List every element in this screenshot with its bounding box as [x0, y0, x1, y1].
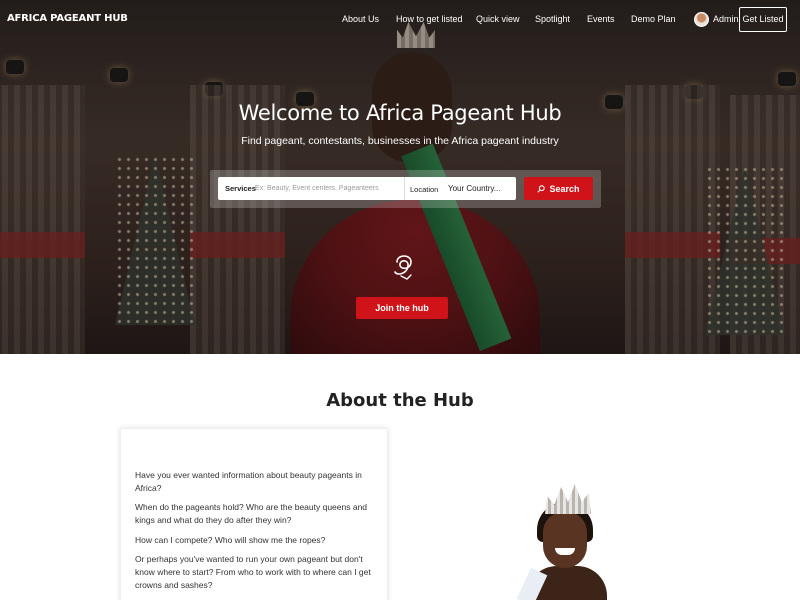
- crown-icon: [545, 484, 591, 514]
- nav-link-about-us[interactable]: About Us: [342, 14, 379, 24]
- about-paragraph: How can I compete? Who will show me the …: [135, 535, 326, 545]
- services-input[interactable]: [255, 180, 400, 197]
- about-paragraph: When do the pageants hold? Who are the b…: [135, 502, 368, 525]
- search-divider: [404, 177, 405, 200]
- search-button-label: Search: [549, 183, 580, 194]
- location-label: Location: [410, 185, 439, 194]
- about-paragraph: Or perhaps you've wanted to run your own…: [135, 554, 371, 590]
- nav-link-how-to-get-listed[interactable]: How to get listed: [396, 14, 463, 24]
- nav-link-quick-view[interactable]: Quick view: [476, 14, 520, 24]
- avatar: [694, 11, 709, 27]
- search-icon: [537, 184, 546, 193]
- search-button[interactable]: Search: [524, 177, 593, 200]
- location-input[interactable]: [448, 180, 512, 197]
- get-listed-button[interactable]: Get Listed: [739, 7, 787, 32]
- search-form: Services Location: [218, 177, 516, 200]
- beauty-queen-image: [505, 478, 625, 600]
- queen-face: [543, 512, 587, 568]
- brand-logo[interactable]: AFRICA PAGEANT HUB: [7, 13, 128, 24]
- nav-link-events[interactable]: Events: [587, 14, 615, 24]
- top-navbar: AFRICA PAGEANT HUB About Us How to get l…: [0, 0, 800, 38]
- user-name: Admin: [713, 14, 739, 24]
- nav-link-spotlight[interactable]: Spotlight: [535, 14, 570, 24]
- nav-link-demo-plan[interactable]: Demo Plan: [631, 14, 676, 24]
- scroll-swirl-icon: [394, 255, 412, 280]
- about-paragraph: Have you ever wanted information about b…: [135, 470, 362, 493]
- join-hub-button[interactable]: Join the hub: [356, 297, 448, 319]
- hero-title: Welcome to Africa Pageant Hub: [238, 101, 562, 125]
- about-section-title: About the Hub: [326, 390, 474, 411]
- user-menu[interactable]: Admin: [694, 11, 739, 27]
- hero-subtitle: Find pageant, contestants, businesses in…: [241, 135, 559, 147]
- services-label: Services: [225, 184, 256, 193]
